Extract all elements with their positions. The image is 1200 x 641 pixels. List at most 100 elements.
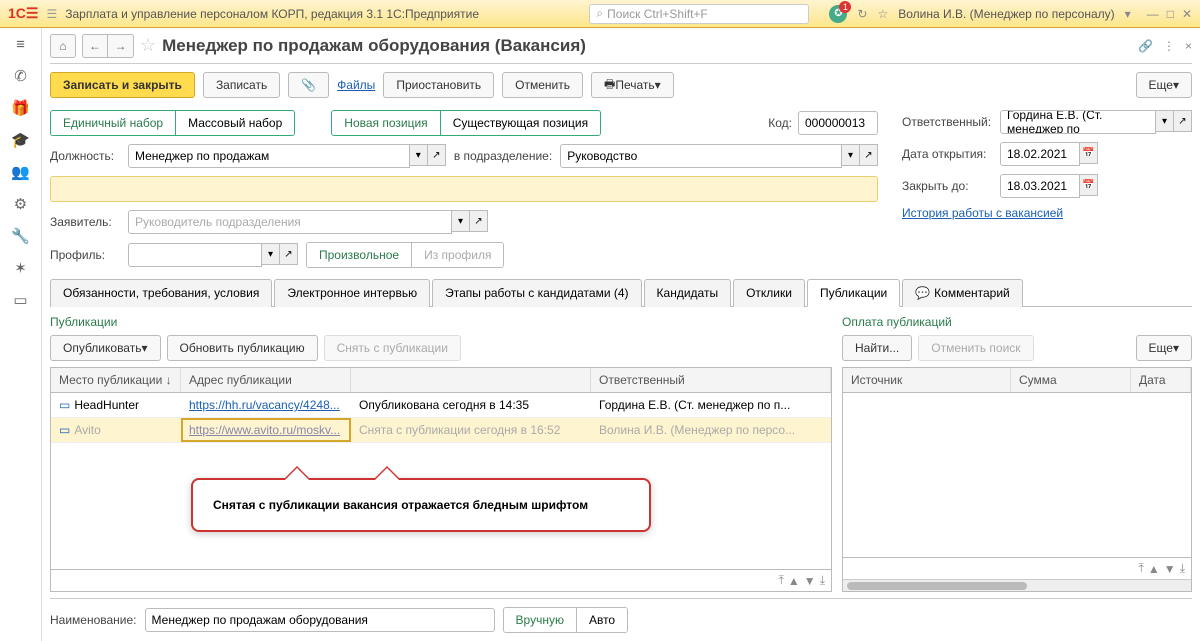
tab-stages[interactable]: Этапы работы с кандидатами (4) (432, 279, 641, 307)
name-label: Наименование: (50, 613, 137, 627)
position-type-toggle[interactable]: Новая позиция Существующая позиция (331, 110, 601, 136)
sidebar-wrench-icon[interactable]: 🔧 (11, 227, 30, 245)
search-input[interactable]: Поиск Ctrl+Shift+F (589, 4, 809, 24)
maximize-icon[interactable]: □ (1167, 7, 1174, 21)
files-link[interactable]: Файлы (337, 78, 375, 92)
dept-dropdown-icon[interactable]: ▾ (842, 144, 860, 166)
requester-open-icon[interactable]: ↗ (470, 210, 488, 232)
find-button[interactable]: Найти... (842, 335, 912, 361)
h-scrollbar[interactable] (843, 579, 1191, 591)
sidebar-grad-icon[interactable]: 🎓 (11, 131, 30, 149)
pub-row[interactable]: ▭HeadHunter https://hh.ru/vacancy/4248..… (51, 393, 831, 418)
requester-label: Заявитель: (50, 215, 120, 229)
sidebar-menu-icon[interactable]: ≡ (16, 36, 25, 53)
forward-button[interactable]: → (108, 34, 134, 58)
col-status[interactable] (351, 368, 591, 392)
save-close-button[interactable]: Записать и закрыть (50, 72, 195, 98)
window-close-icon[interactable]: × (1185, 39, 1192, 53)
sidebar-phone-icon[interactable]: ✆ (14, 67, 27, 85)
responsible-open-icon[interactable]: ↗ (1174, 110, 1192, 132)
sidebar-star-icon[interactable]: ✶ (14, 259, 27, 277)
publish-button[interactable]: Опубликовать ▾ (50, 335, 161, 361)
position-open-icon[interactable]: ↗ (428, 144, 446, 166)
close-date-field[interactable]: 18.03.2021 (1000, 174, 1080, 198)
sidebar-card-icon[interactable]: ▭ (13, 291, 27, 309)
open-date-field[interactable]: 18.02.2021 (1000, 142, 1080, 166)
responsible-dropdown-icon[interactable]: ▾ (1156, 110, 1174, 132)
cancel-button[interactable]: Отменить (502, 72, 583, 98)
grid-nav[interactable]: ⤒▲▼⤓ (843, 557, 1191, 579)
col-date[interactable]: Дата (1131, 368, 1191, 392)
sidebar-users-icon[interactable]: 👥 (11, 163, 30, 181)
menu-icon[interactable]: ☰ (46, 7, 57, 21)
recruit-single[interactable]: Единичный набор (51, 111, 176, 135)
save-button[interactable]: Записать (203, 72, 280, 98)
position-new[interactable]: Новая позиция (332, 111, 440, 135)
dept-field[interactable]: Руководство (560, 144, 842, 168)
name-manual[interactable]: Вручную (504, 608, 577, 632)
user-name[interactable]: Волина И.В. (Менеджер по персоналу) (898, 7, 1114, 21)
card-icon: ▭ (59, 398, 70, 412)
close-icon[interactable]: ✕ (1182, 7, 1192, 21)
col-source[interactable]: Источник (843, 368, 1011, 392)
attach-button[interactable]: 📎 (288, 72, 329, 98)
requester-field[interactable]: Руководитель подразделения (128, 210, 452, 234)
dropdown-icon[interactable]: ▾ (1125, 7, 1131, 21)
cancel-search-button[interactable]: Отменить поиск (918, 335, 1033, 361)
paperclip-icon: 📎 (301, 78, 316, 92)
tab-publications[interactable]: Публикации (807, 279, 900, 307)
profile-open-icon[interactable]: ↗ (280, 243, 298, 265)
position-label: Должность: (50, 149, 120, 163)
refresh-pub-button[interactable]: Обновить публикацию (167, 335, 318, 361)
recruit-type-toggle[interactable]: Единичный набор Массовый набор (50, 110, 295, 136)
name-field[interactable]: Менеджер по продажам оборудования (145, 608, 495, 632)
print-button[interactable]: 🖶 Печать ▾ (591, 72, 674, 98)
col-addr[interactable]: Адрес публикации (181, 368, 351, 392)
tab-interview[interactable]: Электронное интервью (274, 279, 430, 307)
pay-more-button[interactable]: Еще ▾ (1136, 335, 1192, 361)
pause-button[interactable]: Приостановить (383, 72, 494, 98)
profile-dropdown-icon[interactable]: ▾ (262, 243, 280, 265)
more-button[interactable]: Еще ▾ (1136, 72, 1192, 98)
profile-field[interactable] (128, 243, 262, 267)
card-icon: ▭ (59, 423, 70, 437)
minimize-icon[interactable]: — (1147, 7, 1159, 21)
tabs: Обязанности, требования, условия Электро… (50, 278, 1192, 307)
tab-candidates[interactable]: Кандидаты (644, 279, 732, 307)
position-dropdown-icon[interactable]: ▾ (410, 144, 428, 166)
back-button[interactable]: ← (82, 34, 108, 58)
close-date-cal-icon[interactable]: 📅 (1080, 174, 1098, 196)
link-icon[interactable]: 🔗 (1138, 39, 1153, 53)
history-icon[interactable]: ↻ (857, 7, 867, 21)
app-title: Зарплата и управление персоналом КОРП, р… (65, 7, 479, 21)
favorite-icon[interactable]: ☆ (140, 35, 156, 56)
star-icon[interactable]: ☆ (877, 7, 888, 21)
payment-grid: Источник Сумма Дата ⤒▲▼⤓ (842, 367, 1192, 592)
profile-from[interactable]: Из профиля (412, 243, 503, 267)
sidebar-gear-icon[interactable]: ⚙ (14, 195, 27, 213)
history-link[interactable]: История работы с вакансией (902, 206, 1063, 220)
sidebar-gift-icon[interactable]: 🎁 (11, 99, 30, 117)
dept-open-icon[interactable]: ↗ (860, 144, 878, 166)
open-date-cal-icon[interactable]: 📅 (1080, 142, 1098, 164)
tab-duties[interactable]: Обязанности, требования, условия (50, 279, 272, 307)
unpublish-button[interactable]: Снять с публикации (324, 335, 461, 361)
tab-responses[interactable]: Отклики (733, 279, 805, 307)
name-auto[interactable]: Авто (577, 608, 627, 632)
home-button[interactable]: ⌂ (50, 34, 76, 58)
tab-comment[interactable]: 💬Комментарий (902, 279, 1023, 307)
col-place[interactable]: Место публикации ↓ (51, 368, 181, 392)
recruit-mass[interactable]: Массовый набор (176, 111, 294, 135)
requester-dropdown-icon[interactable]: ▾ (452, 210, 470, 232)
position-existing[interactable]: Существующая позиция (441, 111, 600, 135)
notifications-icon[interactable]: ✪1 (829, 5, 847, 23)
window-menu-icon[interactable]: ⋮ (1163, 39, 1175, 53)
col-resp[interactable]: Ответственный (591, 368, 831, 392)
pub-row[interactable]: ▭Avito https://www.avito.ru/moskv... Сня… (51, 418, 831, 443)
position-field[interactable]: Менеджер по продажам (128, 144, 410, 168)
col-sum[interactable]: Сумма (1011, 368, 1131, 392)
grid-nav[interactable]: ⤒▲▼⤓ (51, 569, 831, 591)
responsible-field[interactable]: Гордина Е.В. (Ст. менеджер по (1000, 110, 1156, 134)
code-field[interactable]: 000000013 (798, 111, 878, 135)
profile-arbitrary[interactable]: Произвольное (307, 243, 412, 267)
